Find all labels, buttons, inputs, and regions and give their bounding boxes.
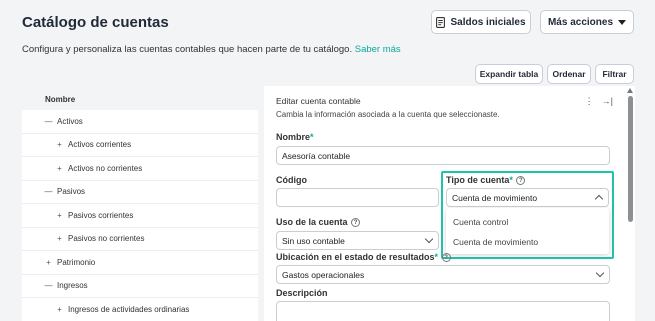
account-use-label-text: Uso de la cuenta — [276, 217, 348, 227]
tree-row-activos-no-corrientes[interactable]: + Activos no corrientes — [22, 157, 258, 181]
tree-row-pasivos-no-corrientes[interactable]: + Pasivos no corrientes — [22, 228, 258, 251]
tree-row-activos[interactable]: — Activos — [22, 110, 258, 134]
account-use-value: Sin uso contable — [282, 235, 345, 246]
tree-row-label: Ingresos de actividades ordinarias — [68, 304, 190, 314]
chevron-down-icon — [424, 234, 434, 244]
mas-acciones-button[interactable]: Más acciones — [540, 10, 634, 34]
required-mark: * — [434, 252, 439, 262]
tree-row-label: Pasivos — [57, 187, 86, 197]
collapse-icon[interactable]: — — [44, 281, 53, 290]
expand-icon[interactable]: + — [55, 234, 64, 243]
saldos-iniciales-button[interactable]: Saldos iniciales — [431, 10, 531, 34]
page-description: Configura y personaliza las cuentas cont… — [22, 44, 401, 55]
description-textarea[interactable] — [276, 301, 610, 321]
results-location-label: Ubicación en el estado de resultados* ? — [276, 252, 451, 262]
collapse-panel-icon[interactable]: →| — [602, 96, 613, 107]
results-location-label-text: Ubicación en el estado de resultados — [276, 252, 435, 262]
account-use-label: Uso de la cuenta ? — [276, 217, 361, 227]
name-label: Nombre* — [276, 132, 314, 142]
tree-row-patrimonio[interactable]: + Patrimonio — [22, 251, 258, 275]
panel-subtitle: Cambia la información asociada a la cuen… — [276, 110, 500, 119]
sort-button[interactable]: Ordenar — [547, 64, 591, 84]
panel-title: Editar cuenta contable — [276, 96, 361, 106]
chevron-down-icon — [595, 268, 605, 278]
panel-actions: ⋮ →| — [585, 96, 613, 107]
caret-down-icon — [618, 19, 627, 25]
filter-button[interactable]: Filtrar — [595, 64, 634, 84]
tree-row-label: Activos no corrientes — [68, 163, 143, 173]
document-icon — [436, 16, 446, 28]
saldos-iniciales-label: Saldos iniciales — [450, 16, 526, 28]
expand-table-button[interactable]: Expandir tabla — [475, 64, 543, 84]
tree-row-pasivos[interactable]: — Pasivos — [22, 181, 258, 204]
name-label-text: Nombre — [276, 132, 311, 142]
page-title: Catálogo de cuentas — [22, 14, 169, 31]
tree-row-label: Patrimonio — [57, 257, 96, 267]
option-cuenta-movimiento[interactable]: Cuenta de movimiento — [446, 232, 609, 252]
expand-icon[interactable]: + — [55, 305, 64, 314]
tree-row-label: Ingresos — [57, 281, 88, 291]
tree-row-ingresos[interactable]: — Ingresos — [22, 275, 258, 298]
code-label: Código — [276, 175, 307, 185]
results-location-select[interactable]: Gastos operacionales — [276, 265, 610, 284]
collapse-icon[interactable]: — — [44, 187, 53, 196]
tree-row-label: Activos corrientes — [68, 140, 132, 150]
account-use-select[interactable]: Sin uso contable — [276, 231, 439, 250]
required-mark: * — [310, 132, 314, 142]
learn-more-link[interactable]: Saber más — [355, 44, 401, 55]
name-input[interactable]: Asesoría contable — [276, 146, 610, 165]
tree-row-label: Pasivos corrientes — [68, 210, 134, 220]
scroll-thumb[interactable] — [628, 96, 633, 222]
tree-row-activos-corrientes[interactable]: + Activos corrientes — [22, 134, 258, 157]
scroll-up-arrow-icon[interactable] — [627, 88, 633, 93]
expand-icon[interactable]: + — [55, 211, 64, 220]
mas-acciones-label: Más acciones — [547, 16, 614, 28]
results-location-value: Gastos operacionales — [282, 269, 365, 280]
account-type-dropdown: Cuenta control Cuenta de movimiento — [446, 208, 609, 254]
tree-row-ingresos-actividades-ordinarias[interactable]: + Ingresos de actividades ordinarias — [22, 298, 258, 321]
tree-row-label: Pasivos no corrientes — [68, 234, 145, 244]
option-cuenta-control[interactable]: Cuenta control — [446, 212, 609, 232]
more-options-icon[interactable]: ⋮ — [585, 96, 594, 107]
tree-row-label: Activos — [57, 116, 83, 126]
accounts-tree: Nombre — Activos + Activos corrientes + … — [22, 88, 258, 321]
description-label: Descripción — [276, 288, 328, 298]
collapse-icon[interactable]: — — [44, 117, 53, 126]
description-text: Configura y personaliza las cuentas cont… — [22, 44, 353, 55]
expand-icon[interactable]: + — [55, 140, 64, 149]
help-icon[interactable]: ? — [441, 253, 451, 262]
code-input[interactable] — [276, 188, 439, 207]
scrollbar[interactable] — [626, 86, 635, 321]
expand-icon[interactable]: + — [44, 258, 53, 267]
expand-icon[interactable]: + — [55, 164, 64, 173]
help-icon[interactable]: ? — [351, 218, 361, 227]
tree-row-pasivos-corrientes[interactable]: + Pasivos corrientes — [22, 204, 258, 228]
tree-header-name: Nombre — [22, 88, 258, 110]
